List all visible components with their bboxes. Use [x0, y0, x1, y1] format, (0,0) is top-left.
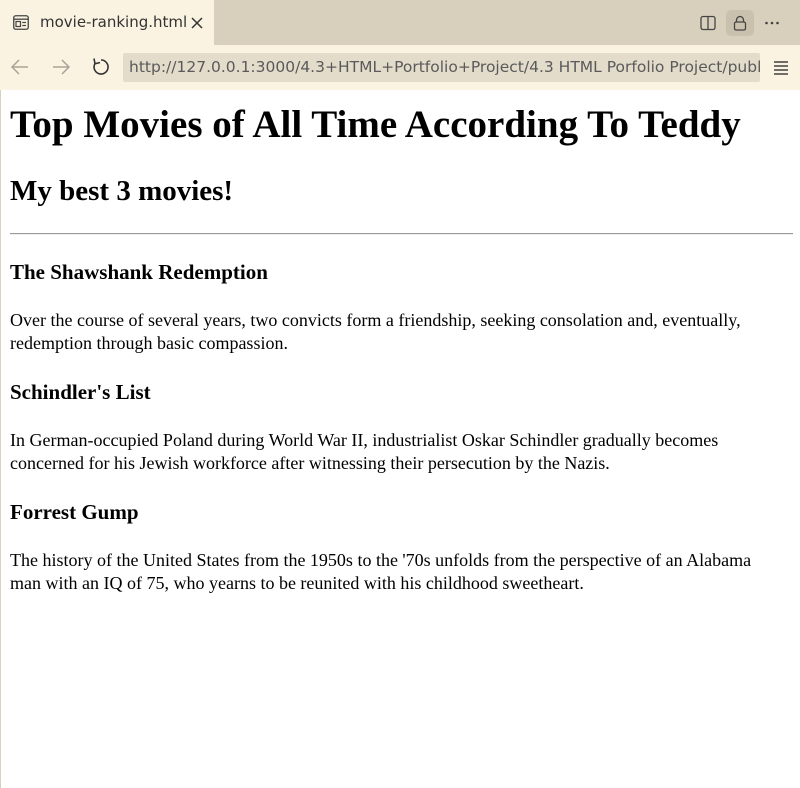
close-icon[interactable]	[189, 15, 205, 31]
lock-button[interactable]	[726, 10, 754, 36]
more-button[interactable]	[758, 10, 786, 36]
movie-title: Schindler's List	[10, 380, 151, 404]
tab-movie-ranking[interactable]: movie-ranking.html	[0, 0, 214, 45]
forward-arrow-icon	[49, 59, 73, 83]
page-subtitle: My best 3 movies!	[10, 175, 234, 207]
menu-button[interactable]	[771, 58, 791, 78]
back-button[interactable]	[8, 55, 32, 79]
page-icon	[13, 15, 29, 30]
tab-strip: movie-ranking.html	[0, 0, 800, 45]
address-bar[interactable]: http://127.0.0.1:3000/4.3+HTML+Portfolio…	[123, 53, 760, 82]
reload-button[interactable]	[89, 55, 113, 79]
page-content: Top Movies of All Time According To Tedd…	[0, 90, 800, 788]
reload-icon	[89, 58, 113, 83]
movie-description: In German-occupied Poland during World W…	[10, 430, 719, 473]
tab-title: movie-ranking.html	[40, 13, 188, 31]
movie-description: Over the course of several years, two co…	[10, 310, 741, 353]
forward-button[interactable]	[49, 55, 73, 79]
navigation-toolbar: http://127.0.0.1:3000/4.3+HTML+Portfolio…	[0, 45, 800, 90]
browser-window: movie-ranking.html http://127.0.0.1:3000…	[0, 0, 800, 788]
url-text: http://127.0.0.1:3000/4.3+HTML+Portfolio…	[129, 58, 760, 76]
menu-icon	[771, 61, 791, 82]
divider	[10, 233, 793, 235]
split-view-button[interactable]	[694, 10, 722, 36]
movie-title: Forrest Gump	[10, 500, 139, 524]
page-title: Top Movies of All Time According To Tedd…	[10, 103, 741, 146]
movie-title: The Shawshank Redemption	[10, 260, 268, 284]
movie-description: The history of the United States from th…	[10, 550, 752, 593]
back-arrow-icon	[8, 59, 32, 83]
